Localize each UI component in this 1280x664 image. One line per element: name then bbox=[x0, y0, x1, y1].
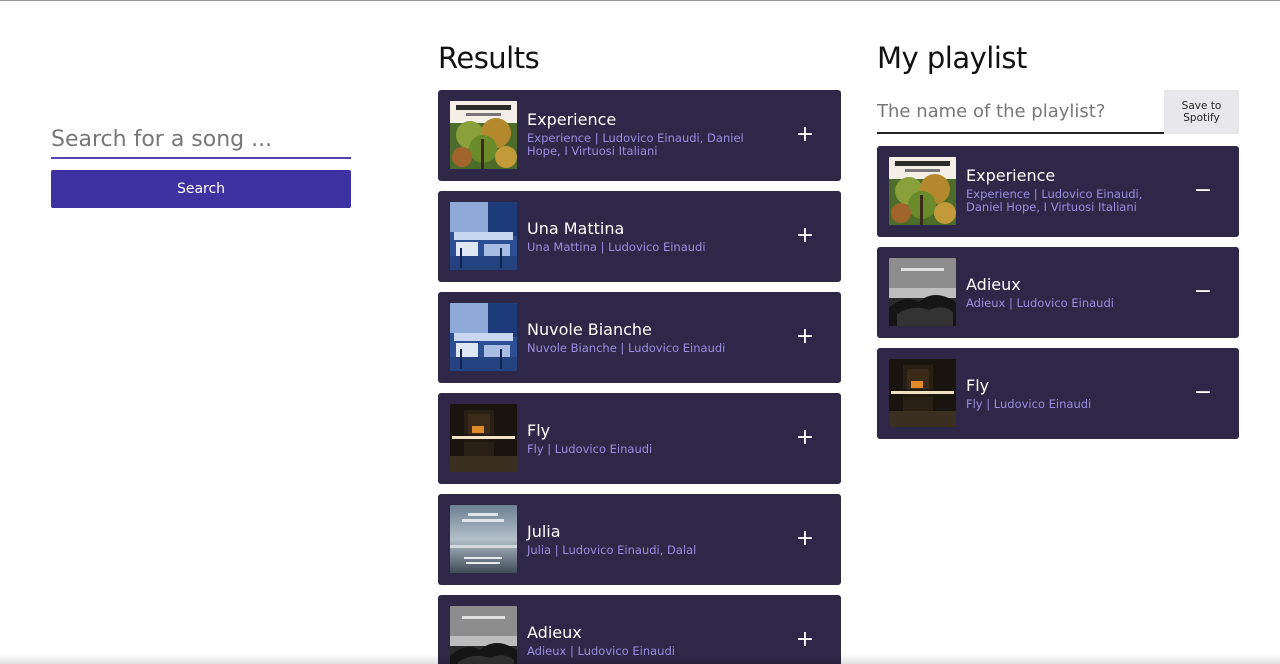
track-title: Fly bbox=[966, 376, 990, 395]
result-track-card: Nuvole Bianche Nuvole Bianche | Ludovico… bbox=[438, 292, 841, 383]
album-art bbox=[889, 157, 956, 225]
result-track-card: Julia Julia | Ludovico Einaudi, Dalal + bbox=[438, 494, 841, 585]
album-art bbox=[450, 303, 517, 371]
album-art bbox=[450, 404, 517, 472]
track-subtitle: Fly | Ludovico Einaudi bbox=[527, 442, 653, 456]
add-track-button[interactable]: + bbox=[793, 224, 817, 248]
playlist-name-input[interactable] bbox=[877, 90, 1164, 134]
result-track-card: Experience Experience | Ludovico Einaudi… bbox=[438, 90, 841, 181]
add-track-button[interactable]: + bbox=[793, 123, 817, 147]
track-title: Experience bbox=[966, 166, 1056, 185]
playlist-list: Experience Experience | Ludovico Einaudi… bbox=[877, 146, 1239, 449]
search-button[interactable]: Search bbox=[51, 170, 351, 208]
add-track-button[interactable]: + bbox=[793, 527, 817, 551]
track-title: Fly bbox=[527, 421, 551, 440]
album-art bbox=[450, 606, 517, 664]
track-subtitle: Adieux | Ludovico Einaudi bbox=[966, 296, 1114, 310]
add-track-button[interactable]: + bbox=[793, 628, 817, 652]
playlist-track-card: Fly Fly | Ludovico Einaudi − bbox=[877, 348, 1239, 439]
track-subtitle: Julia | Ludovico Einaudi, Dalal bbox=[527, 543, 697, 557]
track-subtitle: Experience | Ludovico Einaudi, Daniel Ho… bbox=[966, 187, 1143, 214]
track-title: Nuvole Bianche bbox=[527, 320, 652, 339]
track-subtitle: Nuvole Bianche | Ludovico Einaudi bbox=[527, 341, 726, 355]
playlist-name-row: Save to Spotify bbox=[877, 90, 1239, 134]
track-title: Julia bbox=[527, 522, 561, 541]
track-subtitle: Fly | Ludovico Einaudi bbox=[966, 397, 1092, 411]
result-track-card: Adieux Adieux | Ludovico Einaudi + bbox=[438, 595, 841, 664]
track-title: Experience bbox=[527, 110, 617, 129]
track-title: Adieux bbox=[527, 623, 582, 642]
track-subtitle: Una Mattina | Ludovico Einaudi bbox=[527, 240, 706, 254]
album-art bbox=[450, 202, 517, 270]
add-track-button[interactable]: + bbox=[793, 325, 817, 349]
album-art bbox=[450, 101, 517, 169]
remove-track-button[interactable]: − bbox=[1191, 179, 1215, 203]
track-title: Una Mattina bbox=[527, 219, 625, 238]
playlist-track-card: Experience Experience | Ludovico Einaudi… bbox=[877, 146, 1239, 237]
album-art bbox=[450, 505, 517, 573]
remove-track-button[interactable]: − bbox=[1191, 381, 1215, 405]
results-title: Results bbox=[438, 41, 540, 75]
save-to-spotify-button[interactable]: Save to Spotify bbox=[1164, 90, 1239, 134]
results-list: Experience Experience | Ludovico Einaudi… bbox=[438, 90, 841, 664]
playlist-track-card: Adieux Adieux | Ludovico Einaudi − bbox=[877, 247, 1239, 338]
search-input[interactable] bbox=[51, 121, 351, 159]
track-subtitle: Adieux | Ludovico Einaudi bbox=[527, 644, 675, 658]
album-art bbox=[889, 359, 956, 427]
playlist-title: My playlist bbox=[877, 41, 1027, 75]
track-subtitle: Experience | Ludovico Einaudi, Daniel Ho… bbox=[527, 131, 744, 158]
add-track-button[interactable]: + bbox=[793, 426, 817, 450]
result-track-card: Fly Fly | Ludovico Einaudi + bbox=[438, 393, 841, 484]
album-art bbox=[889, 258, 956, 326]
remove-track-button[interactable]: − bbox=[1191, 280, 1215, 304]
track-title: Adieux bbox=[966, 275, 1021, 294]
result-track-card: Una Mattina Una Mattina | Ludovico Einau… bbox=[438, 191, 841, 282]
